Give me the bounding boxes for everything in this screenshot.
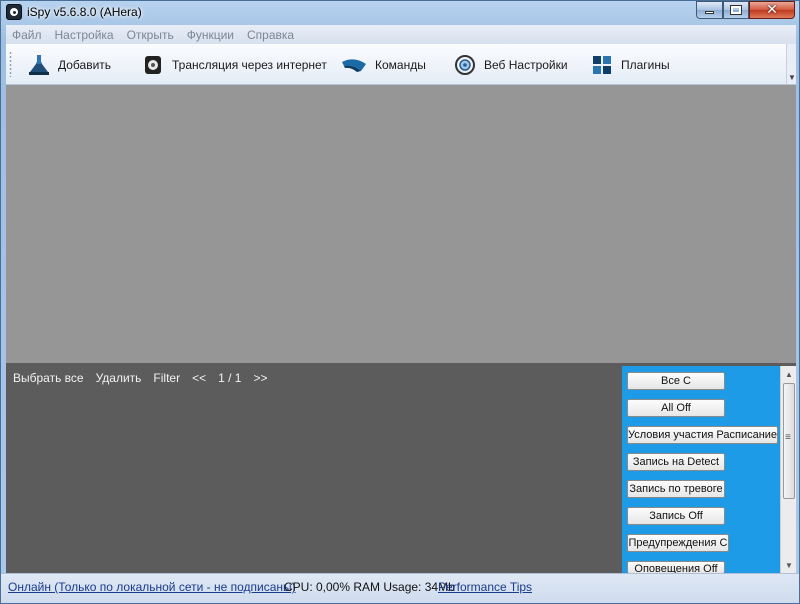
app-window: iSpy v5.6.8.0 (AHera) ✕ Файл Настройка О… (0, 0, 800, 604)
delete-link[interactable]: Удалить (96, 371, 142, 385)
maximize-icon (730, 5, 742, 15)
select-all-link[interactable]: Выбрать все (13, 371, 84, 385)
close-button[interactable]: ✕ (749, 1, 795, 19)
close-icon: ✕ (766, 2, 778, 18)
menu-file[interactable]: Файл (12, 28, 42, 42)
record-on-detect-button[interactable]: Запись на Detect (627, 453, 725, 471)
commands-label: Команды (375, 57, 426, 72)
add-label: Добавить (58, 57, 112, 72)
web-settings-label: Веб Настройки (484, 57, 568, 72)
scroll-down-icon[interactable]: ▼ (781, 557, 797, 573)
camera-view-area[interactable] (6, 85, 796, 363)
status-bar: Онлайн (Только по локальной сети - не по… (1, 573, 799, 603)
menu-functions[interactable]: Функции (187, 28, 234, 42)
minimize-icon (705, 11, 714, 14)
web-settings-button[interactable]: Веб Настройки (454, 50, 568, 79)
window-title: iSpy v5.6.8.0 (AHera) (27, 5, 142, 19)
all-off-button[interactable]: All Off (627, 399, 725, 417)
scroll-thumb[interactable] (783, 383, 795, 499)
toolbar-overflow[interactable]: ▼ (786, 44, 796, 84)
window-controls: ✕ (696, 1, 795, 19)
page-indicator: 1 / 1 (218, 371, 242, 385)
broadcast-icon (145, 55, 161, 74)
notifications-off-button[interactable]: Оповещения Off (627, 561, 725, 575)
list-toolbar: Выбрать все Удалить Filter << 1 / 1 >> (13, 371, 279, 385)
minimize-button[interactable] (696, 1, 723, 19)
online-status-link[interactable]: Онлайн (Только по локальной сети - не по… (8, 580, 296, 594)
quick-actions-panel: Все С All Off Условия участия Расписание… (622, 366, 796, 575)
web-settings-icon (455, 54, 475, 75)
broadcast-label: Трансляция через интернет (172, 57, 327, 72)
add-button[interactable]: Добавить (28, 50, 111, 79)
record-on-alert-button[interactable]: Запись по тревоге (627, 480, 725, 498)
performance-tips-link[interactable]: Performance Tips (438, 580, 532, 594)
maximize-button[interactable] (723, 1, 749, 19)
commands-icon (342, 58, 366, 72)
filter-link[interactable]: Filter (153, 371, 180, 385)
alerts-on-button[interactable]: Предупреждения С (627, 534, 729, 552)
title-bar[interactable]: iSpy v5.6.8.0 (AHera) ✕ (1, 1, 799, 23)
menu-bar: Файл Настройка Открыть Функции Справка (6, 25, 796, 44)
commands-button[interactable]: Команды (341, 50, 426, 79)
plugins-button[interactable]: Плагины (591, 50, 670, 79)
next-page-link[interactable]: >> (253, 371, 267, 385)
menu-open[interactable]: Открыть (127, 28, 174, 42)
menu-settings[interactable]: Настройка (55, 28, 114, 42)
bottom-panel: Выбрать все Удалить Filter << 1 / 1 >> В… (6, 363, 796, 575)
toolbar-grip[interactable] (9, 51, 12, 77)
side-panel-scrollbar[interactable]: ▲ ▼ (780, 366, 796, 573)
scroll-up-icon[interactable]: ▲ (781, 366, 797, 382)
plugins-icon (593, 55, 611, 74)
record-off-button[interactable]: Запись Off (627, 507, 725, 525)
ispy-eye-icon[interactable] (6, 4, 22, 20)
all-on-button[interactable]: Все С (627, 372, 725, 390)
main-toolbar: Добавить Трансляция через интернет Коман… (6, 44, 796, 85)
prev-page-link[interactable]: << (192, 371, 206, 385)
plugins-label: Плагины (621, 57, 670, 72)
chevron-down-icon: ▼ (788, 73, 796, 82)
add-camera-icon (29, 54, 49, 75)
schedule-button[interactable]: Условия участия Расписание (627, 426, 778, 444)
resource-usage: CPU: 0,00% RAM Usage: 34Mb (284, 580, 455, 594)
menu-help[interactable]: Справка (247, 28, 294, 42)
broadcast-button[interactable]: Трансляция через интернет (142, 50, 327, 79)
